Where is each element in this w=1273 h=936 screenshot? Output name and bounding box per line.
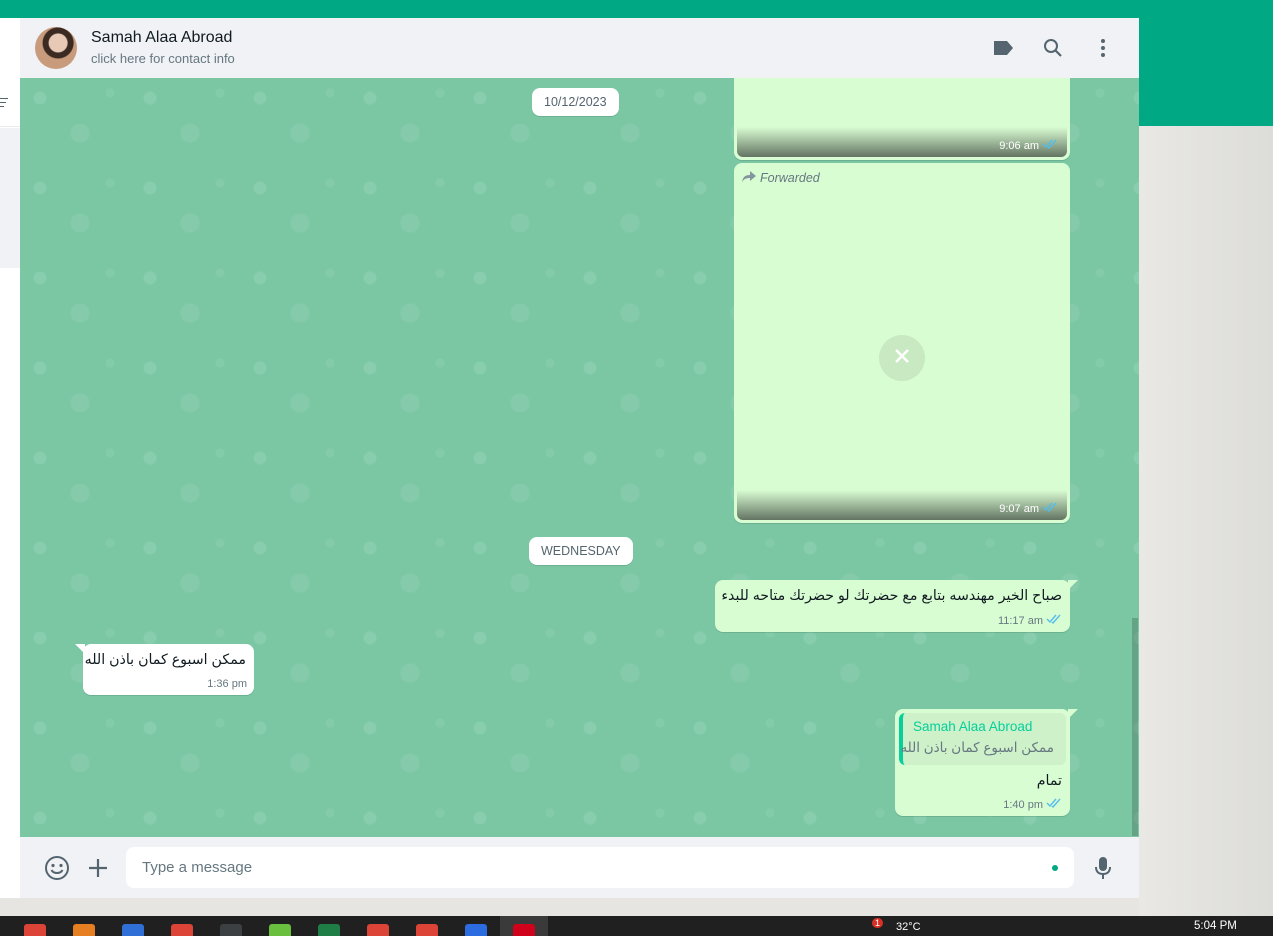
message-meta: 1:36 pm bbox=[207, 678, 247, 690]
contact-info-hint[interactable]: click here for contact info bbox=[91, 51, 235, 66]
excel-taskbar-icon[interactable] bbox=[318, 924, 340, 936]
quoted-message[interactable]: Samah Alaa Abroad ممكن اسبوع كمان باذن ا… bbox=[899, 713, 1066, 765]
message-input-wrapper[interactable] bbox=[126, 847, 1074, 888]
app-taskbar-icon[interactable] bbox=[122, 924, 144, 936]
microphone-icon[interactable] bbox=[1090, 855, 1116, 881]
date-separator: 10/12/2023 bbox=[532, 88, 619, 116]
clock[interactable]: 5:04 PM bbox=[1194, 920, 1237, 932]
message-input[interactable] bbox=[126, 847, 1038, 888]
scrollbar[interactable] bbox=[1132, 618, 1138, 836]
close-icon bbox=[894, 348, 910, 369]
avatar[interactable] bbox=[35, 27, 77, 69]
acrobat-taskbar-icon[interactable] bbox=[513, 924, 535, 936]
message-text: ممكن اسبوع كمان باذن الله bbox=[84, 652, 246, 668]
message-list[interactable]: 10/12/2023 9:06 am Forwarded 9:07 am WED… bbox=[20, 78, 1139, 837]
contact-name[interactable]: Samah Alaa Abroad bbox=[91, 29, 232, 47]
filter-icon[interactable] bbox=[0, 98, 8, 108]
windows-taskbar: 1 32°C 5:04 PM bbox=[0, 916, 1273, 936]
background-green-band bbox=[1139, 18, 1273, 126]
app-taskbar-icon[interactable] bbox=[73, 924, 95, 936]
desktop-background bbox=[1139, 126, 1273, 916]
forwarded-label: Forwarded bbox=[760, 171, 820, 185]
message-text: تمام bbox=[1036, 773, 1062, 789]
forwarded-media-message[interactable]: Forwarded 9:07 am bbox=[734, 163, 1070, 523]
composer-bar bbox=[20, 837, 1139, 898]
incoming-message[interactable]: ممكن اسبوع كمان باذن الله 1:36 pm bbox=[75, 644, 254, 695]
forward-arrow-icon bbox=[742, 171, 756, 185]
message-text: صباح الخير مهندسه بتابع مع حضرتك لو حضرت… bbox=[721, 588, 1062, 604]
label-icon[interactable] bbox=[991, 36, 1015, 60]
menu-icon[interactable] bbox=[1091, 36, 1115, 60]
app-taskbar-icon[interactable] bbox=[269, 924, 291, 936]
status-dot bbox=[1052, 865, 1058, 871]
weather-text[interactable]: 32°C bbox=[896, 921, 921, 933]
cancel-download-button[interactable] bbox=[879, 335, 925, 381]
message-time: 11:17 am bbox=[997, 614, 1043, 627]
quoted-text: ممكن اسبوع كمان باذن الله bbox=[900, 740, 1054, 755]
message-time: 9:07 am bbox=[999, 502, 1039, 515]
media-timestamp: 9:06 am bbox=[999, 139, 1058, 152]
chrome-taskbar-icon[interactable] bbox=[171, 924, 193, 936]
read-receipt-icon bbox=[1046, 614, 1062, 627]
chat-list-panel bbox=[0, 18, 21, 898]
chrome-taskbar-icon[interactable] bbox=[24, 924, 46, 936]
panel-divider bbox=[0, 126, 20, 127]
outgoing-reply-message[interactable]: Samah Alaa Abroad ممكن اسبوع كمان باذن ا… bbox=[895, 709, 1078, 816]
emoji-icon[interactable] bbox=[44, 855, 70, 881]
message-time: 1:40 pm bbox=[1003, 798, 1043, 811]
chrome-taskbar-icon[interactable] bbox=[367, 924, 389, 936]
quoted-author: Samah Alaa Abroad bbox=[913, 719, 1033, 734]
zoom-taskbar-icon[interactable] bbox=[465, 924, 487, 936]
conversation-header[interactable]: Samah Alaa Abroad click here for contact… bbox=[20, 18, 1139, 78]
notification-badge[interactable]: 1 bbox=[872, 918, 884, 928]
read-receipt-icon bbox=[1046, 798, 1062, 811]
date-separator: WEDNESDAY bbox=[529, 537, 633, 565]
message-meta: 11:17 am bbox=[998, 614, 1062, 627]
app-top-strip bbox=[0, 0, 1273, 18]
message-time: 1:36 pm bbox=[207, 678, 247, 690]
read-receipt-icon bbox=[1042, 502, 1058, 515]
outgoing-message[interactable]: صباح الخير مهندسه بتابع مع حضرتك لو حضرت… bbox=[715, 580, 1078, 632]
chrome-taskbar-icon[interactable] bbox=[416, 924, 438, 936]
conversation-pane: Samah Alaa Abroad click here for contact… bbox=[20, 18, 1139, 898]
selected-chat-item[interactable] bbox=[0, 128, 20, 268]
message-time: 9:06 am bbox=[999, 139, 1039, 152]
read-receipt-icon bbox=[1042, 139, 1058, 152]
app-taskbar-icon[interactable] bbox=[220, 924, 242, 936]
media-timestamp: 9:07 am bbox=[999, 502, 1058, 515]
media-message[interactable]: 9:06 am bbox=[734, 78, 1070, 160]
forwarded-indicator: Forwarded bbox=[742, 171, 820, 185]
search-icon[interactable] bbox=[1041, 36, 1065, 60]
message-meta: 1:40 pm bbox=[1003, 798, 1062, 811]
attach-plus-icon[interactable] bbox=[85, 855, 111, 881]
